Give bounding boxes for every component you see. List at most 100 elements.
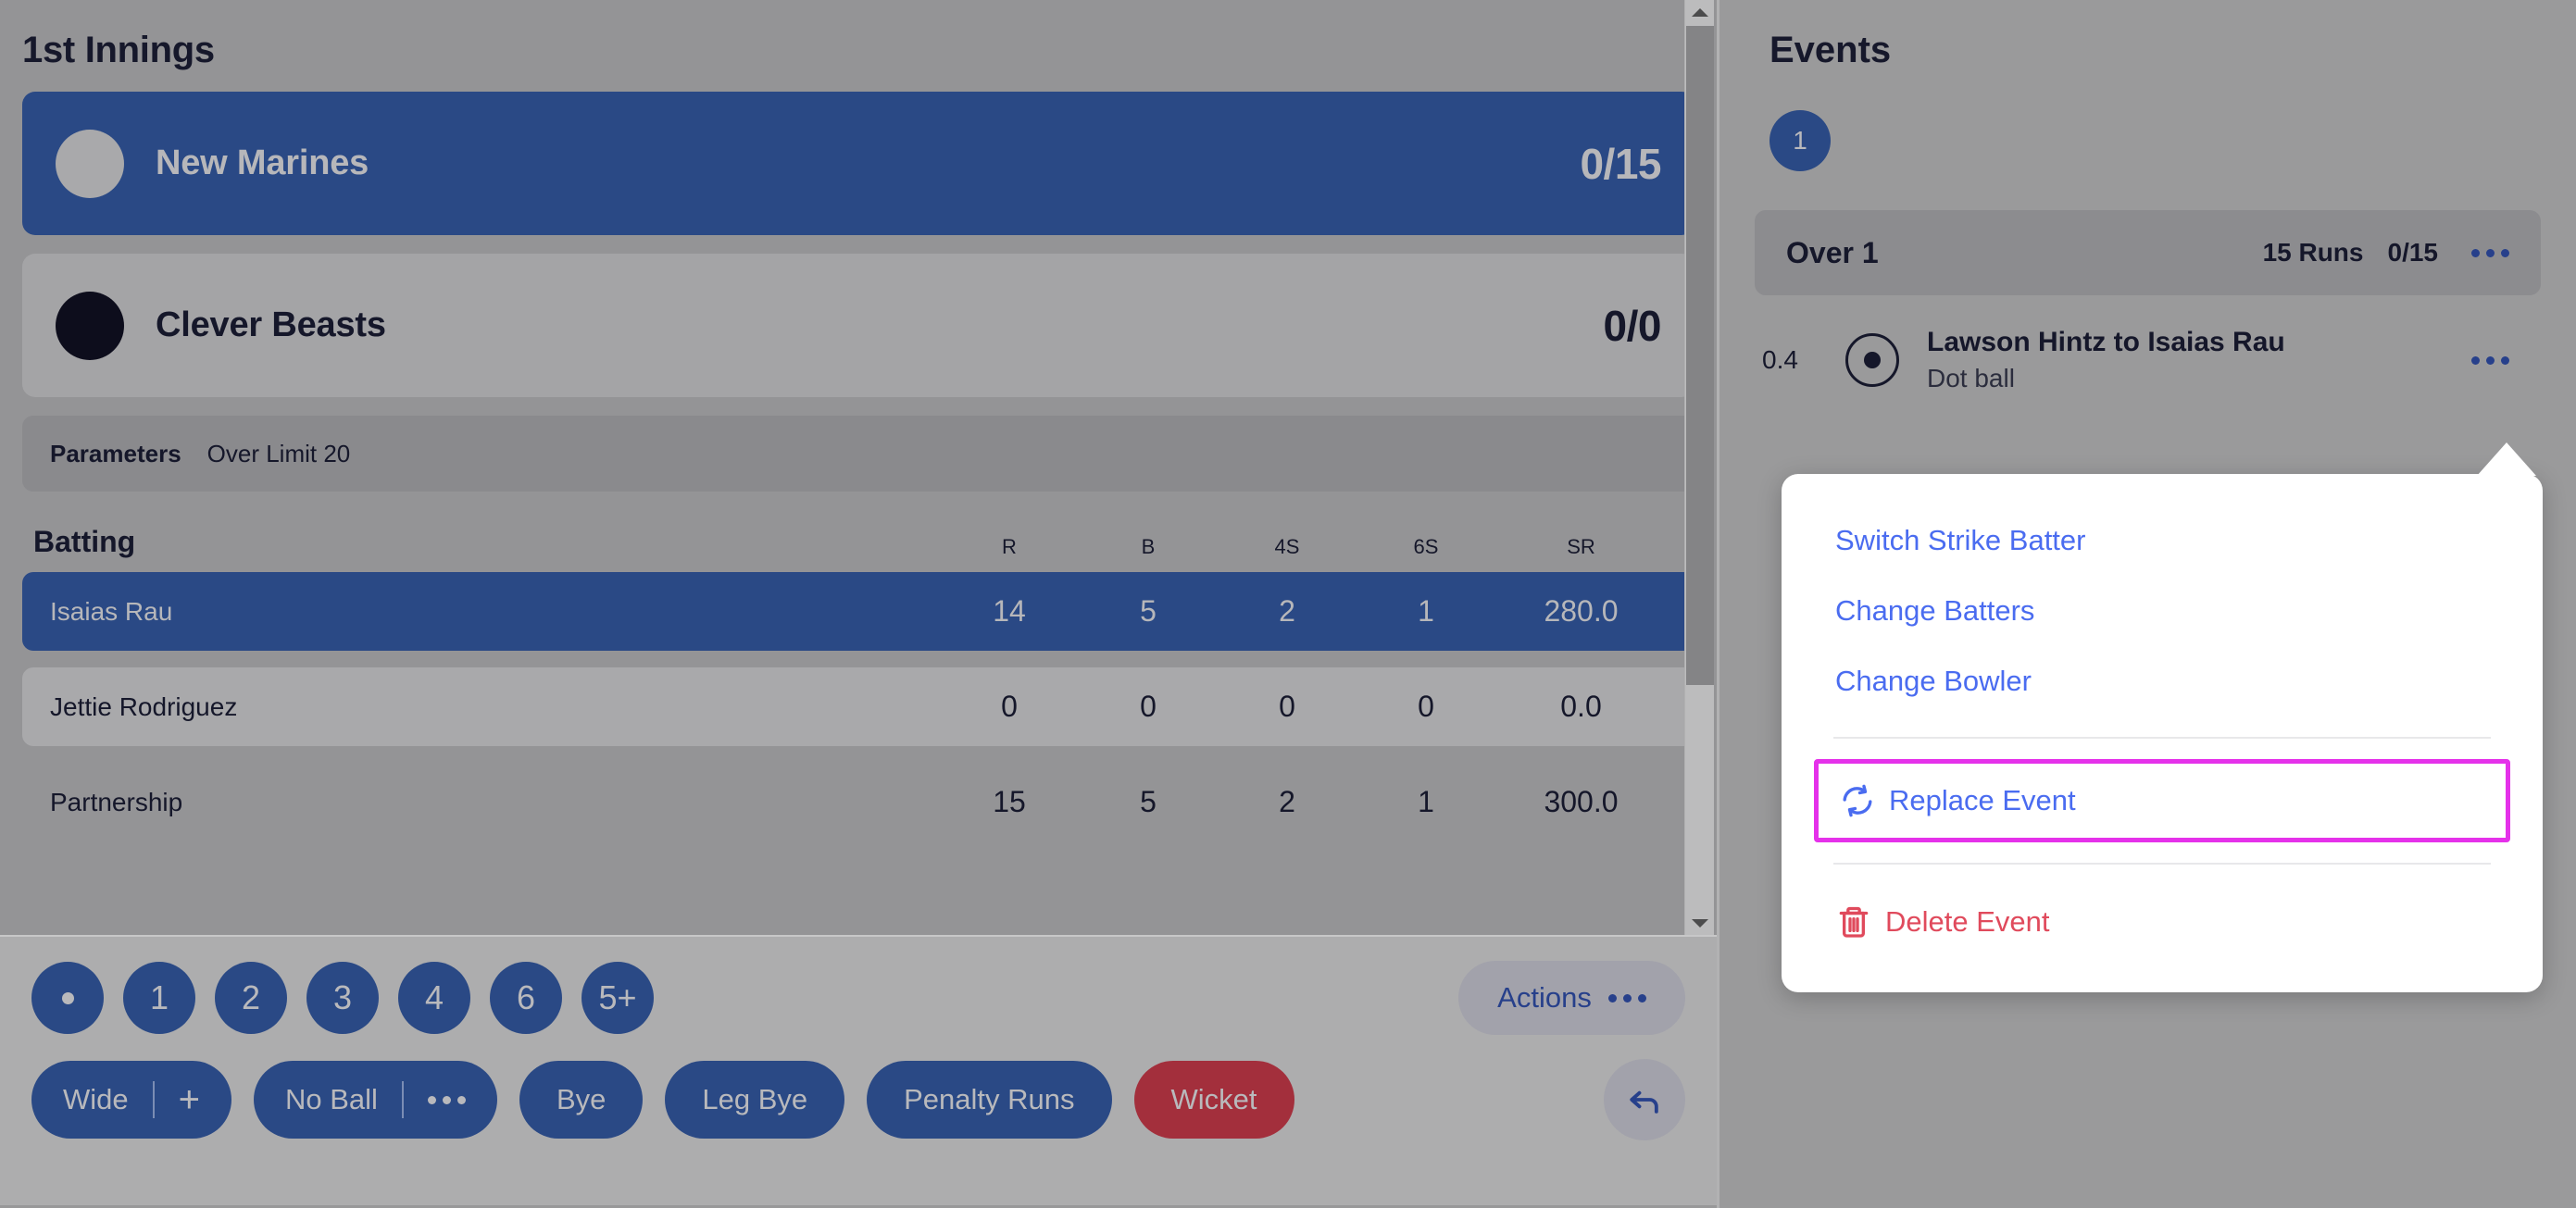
events-title: Events <box>1769 30 1892 70</box>
wide-button[interactable]: Wide + <box>31 1061 231 1139</box>
team-score-fielding: 0/0 <box>1603 301 1662 350</box>
parameters-card[interactable]: Parameters Over Limit 20 <box>22 416 1694 492</box>
table-row[interactable]: Isaias Rau 14 5 2 1 280.0 <box>22 572 1694 651</box>
partnership-cell-6s: 1 <box>1418 785 1434 818</box>
run-button-3[interactable]: 3 <box>306 962 379 1034</box>
parameters-label: Parameters <box>50 439 181 467</box>
batting-col-6s: 6S <box>1413 535 1439 558</box>
dot-ball-center <box>1864 352 1881 368</box>
actions-button-label: Actions <box>1497 981 1592 1014</box>
event-subtitle: Dot ball <box>1927 364 2015 392</box>
trash-icon <box>1835 903 1885 940</box>
partnership-cell-r: 15 <box>993 785 1026 818</box>
run-buttons-row: 1 2 3 4 6 5+ Actions <box>31 961 1685 1035</box>
penalty-runs-button[interactable]: Penalty Runs <box>867 1061 1112 1139</box>
innings-scroll-area: 1st Innings New Marines 0/15 Clever Beas… <box>0 0 1717 935</box>
batting-cell-r: 0 <box>1001 690 1018 723</box>
over-badge-1[interactable]: 1 <box>1769 110 1831 171</box>
actions-button[interactable]: Actions <box>1458 961 1685 1035</box>
batting-cell-sr: 0.0 <box>1560 690 1602 723</box>
partnership-cell-4s: 2 <box>1279 785 1295 818</box>
event-title: Lawson Hintz to Isaias Rau <box>1927 327 2285 357</box>
context-menu-arrow <box>2477 442 2536 476</box>
event-menu-ellipsis-icon[interactable] <box>2471 355 2509 365</box>
team-card-batting[interactable]: New Marines 0/15 <box>22 92 1694 235</box>
run-button-6[interactable]: 6 <box>490 962 562 1034</box>
extras-buttons-row: Wide + No Ball Bye Leg Bye Penalty Runs … <box>31 1059 1685 1140</box>
no-ball-button[interactable]: No Ball <box>254 1061 497 1139</box>
over-label: Over 1 <box>1786 235 1879 269</box>
plus-icon[interactable]: + <box>179 1081 200 1118</box>
bye-button[interactable]: Bye <box>519 1061 644 1139</box>
over-stats: 15 Runs 0/15 <box>2263 238 2438 268</box>
menu-item-label: Delete Event <box>1885 905 2050 938</box>
batting-cell-6s: 0 <box>1418 690 1434 723</box>
over-header-row[interactable]: Over 1 15 Runs 0/15 <box>1755 210 2541 295</box>
menu-item-delete-event[interactable]: Delete Event <box>1782 885 2543 959</box>
batting-title: Batting <box>33 525 136 558</box>
batting-player-name: Isaias Rau <box>50 596 173 626</box>
over-menu-ellipsis-icon[interactable] <box>2471 248 2509 257</box>
run-button-5plus[interactable]: 5+ <box>581 962 654 1034</box>
table-row[interactable]: Jettie Rodriguez 0 0 0 0 0.0 <box>22 667 1694 746</box>
scrollbar-thumb[interactable] <box>1686 26 1714 685</box>
batting-col-r: R <box>1002 535 1017 558</box>
vertical-scrollbar[interactable] <box>1684 0 1714 935</box>
team-name-fielding: Clever Beasts <box>156 305 386 344</box>
run-button-dot[interactable] <box>31 962 104 1034</box>
menu-item-label: Change Batters <box>1835 594 2035 627</box>
menu-divider <box>1833 737 2491 739</box>
scrollbar-down-arrow-icon[interactable] <box>1685 911 1715 935</box>
leg-bye-button[interactable]: Leg Bye <box>665 1061 845 1139</box>
scoring-left-panel: 1st Innings New Marines 0/15 Clever Beas… <box>0 0 1719 1208</box>
team-logo-dark-icon <box>56 291 124 360</box>
event-text-block: Lawson Hintz to Isaias Rau Dot ball <box>1927 327 2285 393</box>
menu-item-label: Replace Event <box>1889 784 2076 816</box>
dot-ball-icon <box>61 991 74 1004</box>
team-logo-grey-icon <box>56 129 124 198</box>
event-context-menu: Switch Strike Batter Change Batters Chan… <box>1782 474 2543 992</box>
menu-item-change-bowler[interactable]: Change Bowler <box>1782 646 2543 716</box>
batting-col-4s: 4S <box>1274 535 1300 558</box>
batting-cell-4s: 2 <box>1279 594 1295 628</box>
over-badge-list: 1 <box>1755 71 2541 171</box>
run-button-4[interactable]: 4 <box>398 962 470 1034</box>
dot-ball-icon <box>1845 333 1899 387</box>
undo-arrow-icon <box>1630 1090 1658 1114</box>
batting-cell-4s: 0 <box>1279 690 1295 723</box>
refresh-icon <box>1839 782 1889 819</box>
batting-cell-sr: 280.0 <box>1544 594 1619 628</box>
team-card-fielding[interactable]: Clever Beasts 0/0 <box>22 254 1694 397</box>
no-ball-button-label: No Ball <box>285 1083 378 1115</box>
run-button-1[interactable]: 1 <box>123 962 195 1034</box>
batting-cell-6s: 1 <box>1418 594 1434 628</box>
undo-button[interactable] <box>1604 1059 1685 1140</box>
ellipsis-icon <box>1607 993 1646 1003</box>
menu-item-label: Change Bowler <box>1835 665 2032 697</box>
menu-divider <box>1833 863 2491 865</box>
menu-item-replace-event-inner[interactable]: Replace Event <box>1839 782 2485 819</box>
innings-title: 1st Innings <box>22 30 215 70</box>
list-item[interactable]: 0.4 Lawson Hintz to Isaias Rau Dot ball <box>1755 295 2541 419</box>
wicket-button[interactable]: Wicket <box>1133 1061 1294 1139</box>
ellipsis-icon[interactable] <box>427 1095 466 1104</box>
scoring-app-window: 1st Innings New Marines 0/15 Clever Beas… <box>0 0 2576 1208</box>
wide-button-label: Wide <box>63 1083 129 1115</box>
table-row-partnership: Partnership 15 5 2 1 300.0 <box>22 763 1694 841</box>
batting-table-header: Batting R B 4S 6S SR <box>22 512 1694 572</box>
event-ball-number: 0.4 <box>1762 345 1798 374</box>
partnership-cell-b: 5 <box>1140 785 1157 818</box>
menu-item-change-batters[interactable]: Change Batters <box>1782 576 2543 646</box>
batting-cell-r: 14 <box>993 594 1026 628</box>
menu-item-replace-event[interactable]: Replace Event <box>1814 759 2510 842</box>
batting-cell-b: 0 <box>1140 690 1157 723</box>
parameters-value: Over Limit 20 <box>206 439 351 467</box>
menu-item-switch-strike-batter[interactable]: Switch Strike Batter <box>1782 505 2543 576</box>
team-name-batting: New Marines <box>156 143 369 182</box>
scrollbar-up-arrow-icon[interactable] <box>1685 0 1715 24</box>
batting-cell-b: 5 <box>1140 594 1157 628</box>
team-score-batting: 0/15 <box>1580 139 1661 188</box>
menu-item-label: Switch Strike Batter <box>1835 524 2086 556</box>
over-runs: 15 Runs <box>2262 238 2364 267</box>
run-button-2[interactable]: 2 <box>215 962 287 1034</box>
